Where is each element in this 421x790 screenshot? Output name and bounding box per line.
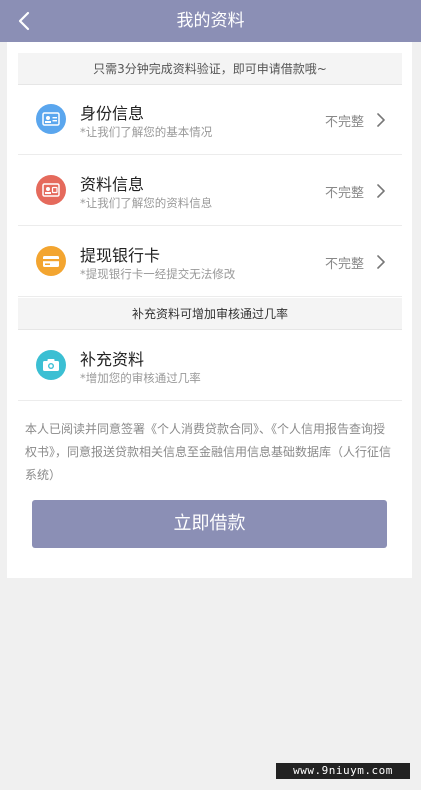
section-header: 补充资料可增加审核通过几率	[18, 298, 402, 330]
profile-card: 只需3分钟完成资料验证，即可申请借款哦~ 身份信息 *让我们了解您的基本情况 不…	[7, 42, 412, 578]
row-profile-info[interactable]: 资料信息 *让我们了解您的资料信息 不完整	[18, 156, 402, 226]
page-title: 我的资料	[176, 11, 245, 31]
agreement-text: 本人已阅读并同意签署《个人消费贷款合同》、《个人信用报告查询授权书》，同意报送贷…	[25, 422, 392, 482]
status-label: 不完整	[324, 186, 364, 201]
row-identity-info[interactable]: 身份信息 *让我们了解您的基本情况 不完整	[18, 85, 402, 155]
row-title: 提现银行卡	[80, 246, 161, 265]
bank-card-icon	[36, 246, 66, 276]
chevron-right-icon	[377, 184, 385, 198]
row-subtitle: *提现银行卡一经提交无法修改	[80, 267, 236, 281]
row-bank-card[interactable]: 提现银行卡 *提现银行卡一经提交无法修改 不完整	[18, 227, 402, 297]
row-title: 资料信息	[80, 175, 145, 194]
status-label: 不完整	[324, 257, 364, 272]
row-subtitle: *增加您的审核通过几率	[80, 371, 201, 385]
row-subtitle: *让我们了解您的基本情况	[80, 125, 213, 139]
chevron-right-icon	[377, 255, 385, 269]
row-title: 身份信息	[80, 104, 145, 123]
notice-banner: 只需3分钟完成资料验证，即可申请借款哦~	[18, 53, 402, 85]
row-subtitle: *让我们了解您的资料信息	[80, 196, 213, 210]
row-supplement-info[interactable]: 补充资料 *增加您的审核通过几率	[18, 331, 402, 401]
status-label: 不完整	[324, 115, 364, 130]
profile-card-icon	[36, 175, 66, 205]
top-bar: 我的资料	[0, 0, 421, 42]
chevron-right-icon	[377, 113, 385, 127]
row-title: 补充资料	[80, 350, 145, 369]
watermark: www.9niuym.com	[276, 763, 410, 779]
id-card-icon	[36, 104, 66, 134]
camera-icon	[36, 350, 66, 380]
apply-loan-button[interactable]: 立即借款	[32, 500, 387, 548]
